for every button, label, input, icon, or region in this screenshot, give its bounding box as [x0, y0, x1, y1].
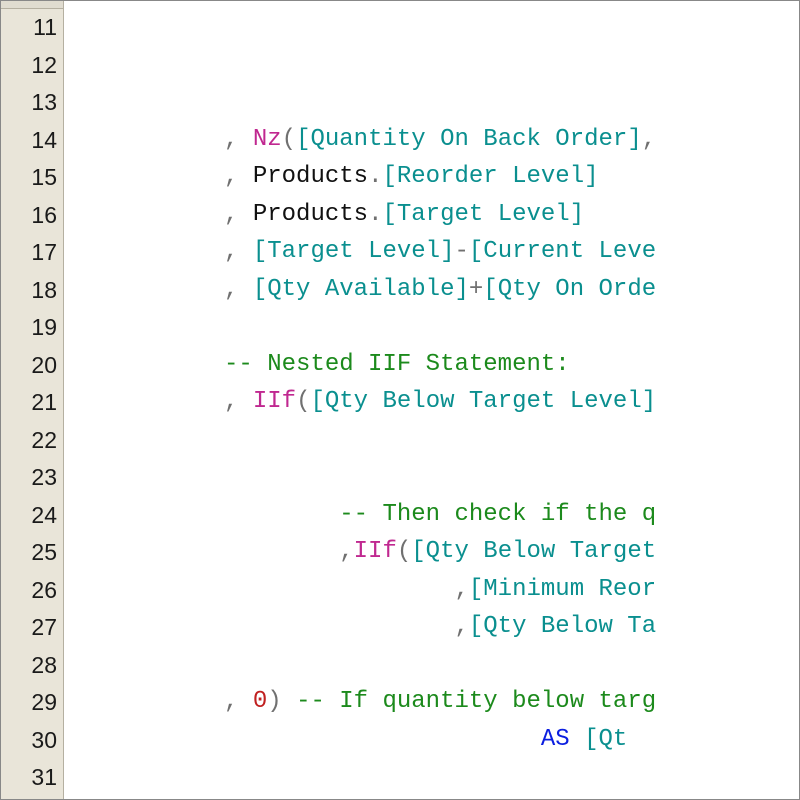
- token-num: 0: [253, 688, 267, 715]
- line-number: 16: [1, 197, 63, 235]
- token-punct: ,: [224, 201, 253, 228]
- token-func: IIf: [354, 538, 397, 565]
- token-brack: [Qty Below Target Level]: [310, 388, 656, 415]
- token-punct: ,: [339, 538, 353, 565]
- token-punct: ,: [224, 388, 253, 415]
- token-comm: -- Then check if the q: [339, 501, 656, 528]
- token-punct: (: [397, 538, 411, 565]
- code-line[interactable]: ,IIf([Qty Below Target: [80, 533, 799, 571]
- code-line[interactable]: -- Then check if the q: [80, 496, 799, 534]
- code-line[interactable]: [80, 421, 799, 459]
- line-number: 19: [1, 309, 63, 347]
- line-number: 18: [1, 272, 63, 310]
- line-number-gutter: 1112131415161718192021222324252627282930…: [1, 1, 64, 799]
- code-line[interactable]: [80, 646, 799, 684]
- code-line[interactable]: ,[Minimum Reor: [80, 571, 799, 609]
- code-area[interactable]: , Nz([Quantity On Back Order], , Product…: [64, 1, 799, 799]
- token-brack: [Qty Below Ta: [469, 613, 656, 640]
- token-punct: ,: [642, 126, 656, 153]
- token-punct: .: [368, 163, 382, 190]
- line-number: 26: [1, 572, 63, 610]
- line-number: 31: [1, 759, 63, 797]
- token-key: AS: [541, 726, 584, 753]
- token-punct: +: [469, 276, 483, 303]
- token-punct: ,: [224, 688, 253, 715]
- line-number: 25: [1, 534, 63, 572]
- code-line[interactable]: [80, 758, 799, 796]
- token-brack: [Quantity On Back Order]: [296, 126, 642, 153]
- line-number: 24: [1, 497, 63, 535]
- token-punct: .: [368, 201, 382, 228]
- code-line[interactable]: [80, 458, 799, 496]
- code-line[interactable]: AS [Qt: [80, 721, 799, 759]
- code-line[interactable]: , Products.[Target Level]: [80, 196, 799, 234]
- token-brack: [Qty Available]: [253, 276, 469, 303]
- line-number: 23: [1, 459, 63, 497]
- token-comm: -- If quantity below targ: [296, 688, 656, 715]
- line-number: 20: [1, 347, 63, 385]
- line-number: 29: [1, 684, 63, 722]
- line-number: 11: [1, 9, 63, 47]
- token-ident: Products: [253, 201, 368, 228]
- code-line[interactable]: , 0) -- If quantity below targ: [80, 683, 799, 721]
- token-punct: ,: [224, 163, 253, 190]
- token-punct: ,: [224, 276, 253, 303]
- line-number: 30: [1, 722, 63, 760]
- line-number: 22: [1, 422, 63, 460]
- line-number: 28: [1, 647, 63, 685]
- token-brack: [Target Level]: [382, 201, 584, 228]
- code-line[interactable]: [80, 308, 799, 346]
- token-brack: [Target Level]: [253, 238, 455, 265]
- code-line[interactable]: , [Qty Available]+[Qty On Orde: [80, 271, 799, 309]
- token-func: IIf: [253, 388, 296, 415]
- token-brack: [Qt: [584, 726, 627, 753]
- line-number: 14: [1, 122, 63, 160]
- code-line[interactable]: FROM: [80, 796, 799, 800]
- line-number: 15: [1, 159, 63, 197]
- token-ident: Products: [253, 163, 368, 190]
- token-punct: ,: [224, 238, 253, 265]
- code-line[interactable]: , Products.[Reorder Level]: [80, 158, 799, 196]
- token-punct: ,: [224, 126, 253, 153]
- token-punct: (: [282, 126, 296, 153]
- token-comm: -- Nested IIF Statement:: [224, 351, 570, 378]
- token-brack: [Qty Below Target: [411, 538, 656, 565]
- token-brack: [Qty On Orde: [483, 276, 656, 303]
- code-line[interactable]: -- Nested IIF Statement:: [80, 346, 799, 384]
- line-number: 17: [1, 234, 63, 272]
- token-punct: (: [296, 388, 310, 415]
- code-line[interactable]: , Nz([Quantity On Back Order],: [80, 121, 799, 159]
- code-line[interactable]: , IIf([Qty Below Target Level]: [80, 383, 799, 421]
- line-number: 13: [1, 84, 63, 122]
- token-brack: [Reorder Level]: [382, 163, 598, 190]
- token-punct: ,: [454, 576, 468, 603]
- token-func: Nz: [253, 126, 282, 153]
- token-brack: [Minimum Reor: [469, 576, 656, 603]
- token-punct: ,: [454, 613, 468, 640]
- code-line[interactable]: , [Target Level]-[Current Leve: [80, 233, 799, 271]
- token-punct: ): [267, 688, 296, 715]
- gutter-header-stub: [1, 1, 63, 9]
- code-editor: 1112131415161718192021222324252627282930…: [0, 0, 800, 800]
- line-number: 27: [1, 609, 63, 647]
- token-punct: -: [454, 238, 468, 265]
- code-line[interactable]: ,[Qty Below Ta: [80, 608, 799, 646]
- token-brack: [Current Leve: [469, 238, 656, 265]
- line-number: 21: [1, 384, 63, 422]
- line-number: 12: [1, 47, 63, 85]
